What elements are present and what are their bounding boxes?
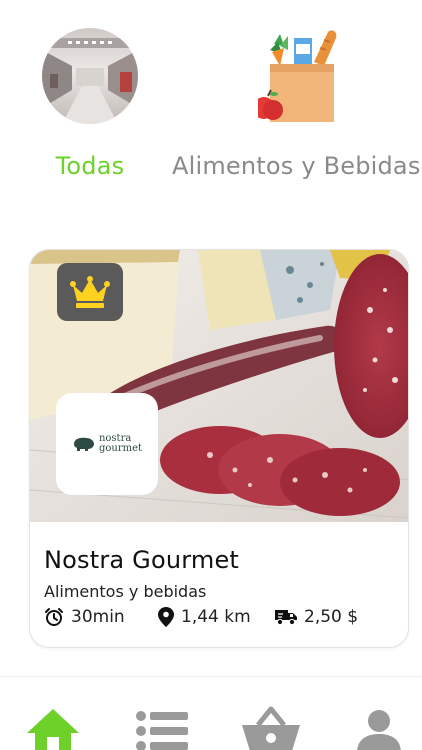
store-hero-image: nostra gourmet <box>30 250 408 522</box>
location-pin-icon <box>158 607 174 627</box>
nav-list[interactable] <box>136 711 188 750</box>
pig-logo-icon <box>73 437 94 451</box>
store-category: Alimentos y bebidas <box>44 582 207 601</box>
home-icon <box>27 709 79 750</box>
store-name: Nostra Gourmet <box>44 546 240 574</box>
category-scroller[interactable]: Todas Alimentos y Bebidas <box>0 0 422 200</box>
delivery-time-value: 30min <box>71 607 125 627</box>
store-logo: nostra gourmet <box>56 393 158 495</box>
delivery-truck-icon <box>275 610 297 626</box>
premium-badge <box>57 263 123 321</box>
grocery-bag-icon <box>253 28 348 124</box>
store-info: Nostra Gourmet Alimentos y bebidas 30min <box>44 546 396 627</box>
delivery-time: 30min <box>44 607 158 627</box>
alarm-clock-icon <box>45 608 63 626</box>
nav-home[interactable] <box>27 707 79 750</box>
nav-basket[interactable] <box>240 705 302 750</box>
delivery-fee: 2,50 $ <box>275 607 358 627</box>
bottom-nav <box>0 676 422 750</box>
delivery-fee-value: 2,50 $ <box>304 607 359 627</box>
user-icon <box>357 710 401 750</box>
store-card[interactable]: nostra gourmet Nostra Gourmet Alimentos … <box>29 249 409 648</box>
basket-icon <box>242 706 300 750</box>
store-meta: 30min 1,44 km 2,50 $ <box>44 607 396 627</box>
logo-text-gourmet: gourmet <box>98 443 143 454</box>
list-icon <box>136 711 188 750</box>
distance-value: 1,44 km <box>181 607 251 627</box>
category-item-todas[interactable]: Todas <box>42 0 138 180</box>
category-label-todas: Todas <box>55 152 125 180</box>
distance: 1,44 km <box>158 607 275 627</box>
category-item-alimentos[interactable]: Alimentos y Bebidas <box>172 0 422 180</box>
nav-profile[interactable] <box>357 709 401 750</box>
category-label-alimentos: Alimentos y Bebidas <box>172 152 421 180</box>
app-screen: Todas Alimentos y Bebidas nostra gourmet… <box>0 0 422 750</box>
crown-icon <box>70 276 110 308</box>
mall-photo <box>42 28 138 124</box>
